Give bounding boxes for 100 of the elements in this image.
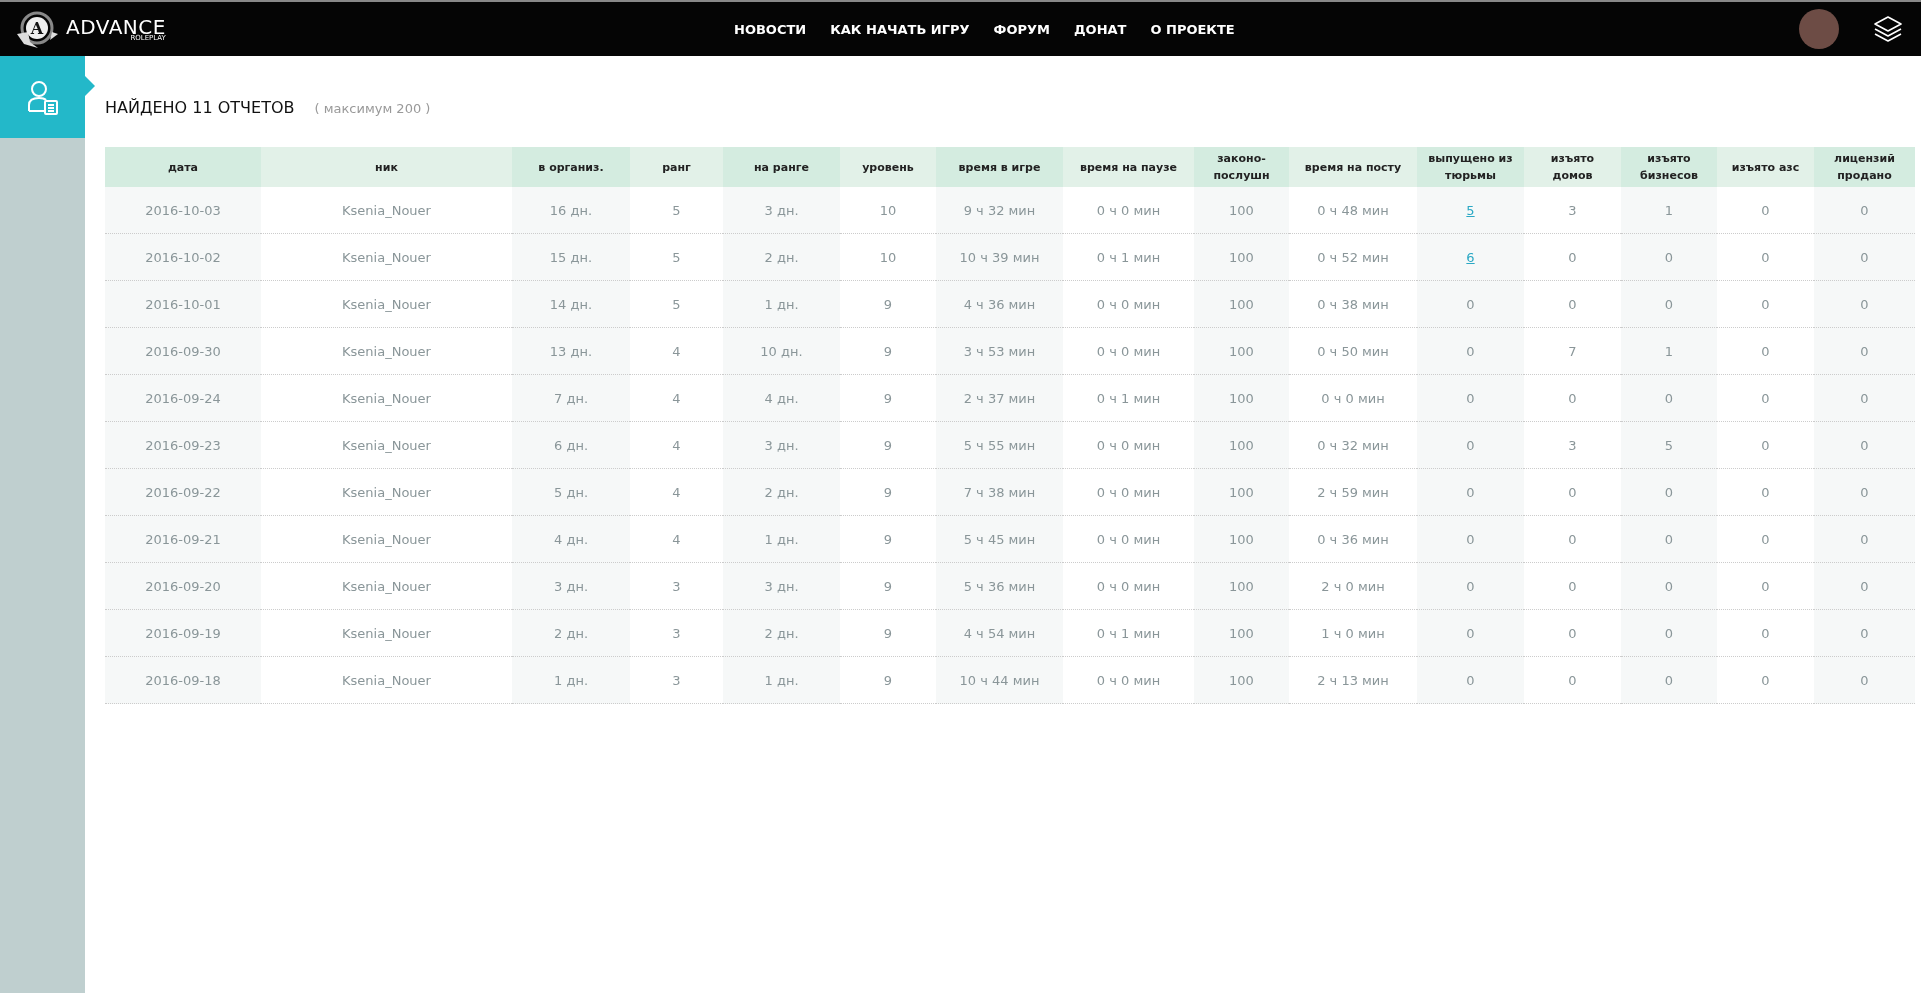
table-cell: 0 xyxy=(1417,468,1524,516)
table-cell: 3 дн. xyxy=(723,187,840,234)
table-cell: 13 дн. xyxy=(512,327,630,375)
table-cell: 6 дн. xyxy=(512,421,630,469)
report-limit-note: ( максимум 200 ) xyxy=(314,101,431,116)
table-cell: 3 дн. xyxy=(723,421,840,469)
table-cell: 100 xyxy=(1194,280,1289,328)
table-cell: 0 xyxy=(1417,609,1524,657)
avatar[interactable] xyxy=(1799,9,1839,49)
table-cell: 100 xyxy=(1194,187,1289,234)
table-cell: 0 xyxy=(1814,609,1915,657)
table-cell: 100 xyxy=(1194,374,1289,422)
table-cell: 0 xyxy=(1621,656,1717,704)
table-cell: 0 xyxy=(1417,327,1524,375)
column-header: в организ. xyxy=(512,147,630,187)
table-cell: 100 xyxy=(1194,562,1289,610)
column-header: ранг xyxy=(630,147,723,187)
table-cell: 0 xyxy=(1621,609,1717,657)
table-cell: 10 ч 44 мин xyxy=(936,656,1063,704)
table-cell: 0 xyxy=(1814,468,1915,516)
table-cell: 2016-09-22 xyxy=(105,468,261,516)
table-cell: 0 xyxy=(1814,233,1915,281)
table-cell: 2 ч 37 мин xyxy=(936,374,1063,422)
table-cell: 100 xyxy=(1194,515,1289,563)
user-report-icon xyxy=(25,79,60,115)
column-header: выпущено из тюрьмы xyxy=(1417,147,1524,187)
column-header: на ранге xyxy=(723,147,840,187)
layers-icon[interactable] xyxy=(1873,14,1903,44)
table-cell: 0 xyxy=(1417,374,1524,422)
table-cell: 2016-09-18 xyxy=(105,656,261,704)
column-header: лицензий продано xyxy=(1814,147,1915,187)
nav-link[interactable]: О ПРОЕКТЕ xyxy=(1150,21,1235,37)
table-cell: 0 xyxy=(1621,562,1717,610)
column-header: изъято домов xyxy=(1524,147,1621,187)
table-cell: 1 дн. xyxy=(512,656,630,704)
table-cell: 2016-10-01 xyxy=(105,280,261,328)
column-header: время в игре xyxy=(936,147,1063,187)
table-cell: 7 дн. xyxy=(512,374,630,422)
table-cell: 1 xyxy=(1621,327,1717,375)
column-header: ник xyxy=(261,147,512,187)
nav-link[interactable]: ФОРУМ xyxy=(993,21,1050,37)
table-cell: 100 xyxy=(1194,656,1289,704)
column-header: изъято бизнесов xyxy=(1621,147,1717,187)
table-cell: 3 ч 53 мин xyxy=(936,327,1063,375)
table-cell: 5 ч 45 мин xyxy=(936,515,1063,563)
nav-link[interactable]: КАК НАЧАТЬ ИГРУ xyxy=(830,21,970,37)
column-header: законо-послушн xyxy=(1194,147,1289,187)
table-cell: 2 дн. xyxy=(723,233,840,281)
table-cell: 2016-09-20 xyxy=(105,562,261,610)
table-cell: 100 xyxy=(1194,609,1289,657)
table-cell: 16 дн. xyxy=(512,187,630,234)
table-cell: 0 xyxy=(1814,421,1915,469)
table-cell: 0 xyxy=(1814,562,1915,610)
table-cell: 4 ч 36 мин xyxy=(936,280,1063,328)
column-header: дата xyxy=(105,147,261,187)
table-cell: 0 xyxy=(1621,515,1717,563)
table-cell: 2016-09-21 xyxy=(105,515,261,563)
table-cell: 0 xyxy=(1621,374,1717,422)
column-header: время на посту xyxy=(1289,147,1417,187)
table-cell: 2016-09-19 xyxy=(105,609,261,657)
table-cell: 7 ч 38 мин xyxy=(936,468,1063,516)
table-cell: 4 дн. xyxy=(512,515,630,563)
table-cell: 2016-10-03 xyxy=(105,187,261,234)
table-cell: 0 xyxy=(1814,327,1915,375)
table-cell: 0 xyxy=(1417,562,1524,610)
nav-link[interactable]: ДОНАТ xyxy=(1074,21,1127,37)
table-cell: 1 дн. xyxy=(723,280,840,328)
table-cell: 9 ч 32 мин xyxy=(936,187,1063,234)
table-cell: 0 xyxy=(1814,187,1915,234)
table-cell: 14 дн. xyxy=(512,280,630,328)
report-title: НАЙДЕНО 11 ОТЧЕТОВ xyxy=(105,98,295,117)
table-cell: 0 xyxy=(1814,374,1915,422)
table-cell: 15 дн. xyxy=(512,233,630,281)
table-cell: 3 дн. xyxy=(512,562,630,610)
table-cell: 4 ч 54 мин xyxy=(936,609,1063,657)
column-header: время на паузе xyxy=(1063,147,1194,187)
table-cell: 0 xyxy=(1814,280,1915,328)
table-cell: 10 ч 39 мин xyxy=(936,233,1063,281)
table-cell: 0 xyxy=(1417,421,1524,469)
table-cell: 5 ч 55 мин xyxy=(936,421,1063,469)
nav-link[interactable]: НОВОСТИ xyxy=(734,21,807,37)
table-cell: 0 xyxy=(1621,233,1717,281)
column-header: уровень xyxy=(840,147,936,187)
table-cell: 0 xyxy=(1814,656,1915,704)
table-cell: 0 xyxy=(1417,280,1524,328)
table-cell: 1 дн. xyxy=(723,515,840,563)
table-cell: 1 xyxy=(1621,187,1717,234)
table-cell: 2 дн. xyxy=(723,468,840,516)
table-cell: 0 xyxy=(1814,515,1915,563)
table-cell: 10 дн. xyxy=(723,327,840,375)
table-cell: 5 ч 36 мин xyxy=(936,562,1063,610)
table-cell: 0 xyxy=(1621,280,1717,328)
table-cell: 2016-09-23 xyxy=(105,421,261,469)
column-header: изъято азс xyxy=(1717,147,1814,187)
table-cell: 100 xyxy=(1194,421,1289,469)
table-cell: 3 дн. xyxy=(723,562,840,610)
table-cell: 2 дн. xyxy=(512,609,630,657)
table-cell: 100 xyxy=(1194,233,1289,281)
table-cell: 5 дн. xyxy=(512,468,630,516)
table-cell: 2 дн. xyxy=(723,609,840,657)
